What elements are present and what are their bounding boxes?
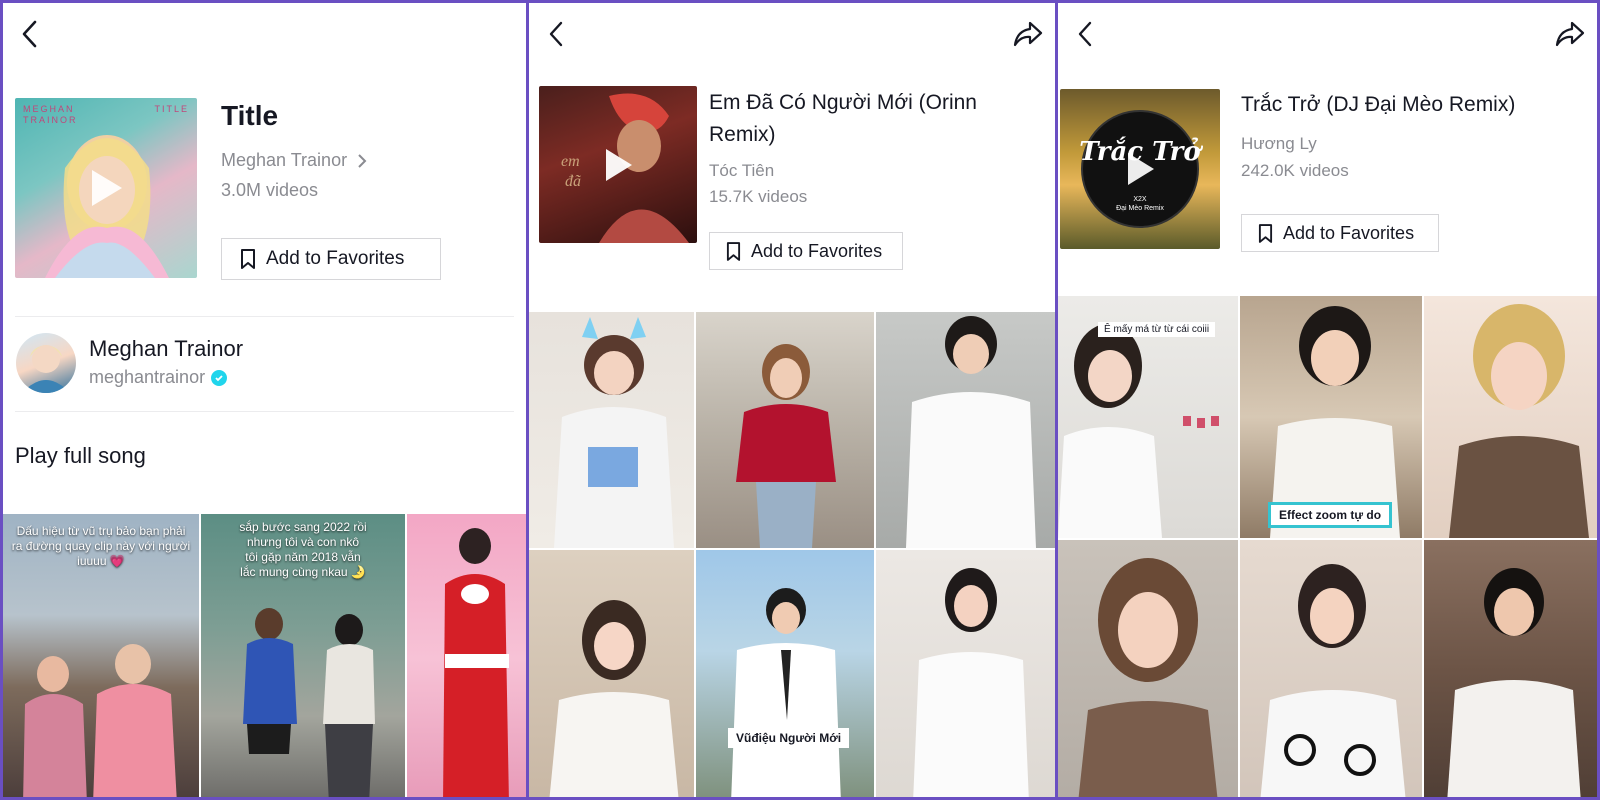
video-figures <box>1078 558 1218 797</box>
video-thumbnail[interactable] <box>1424 540 1597 797</box>
video-caption: Ê mấy má từ từ cái coiii <box>1098 322 1216 337</box>
video-thumbnail[interactable]: Effect zoom tự do <box>1240 296 1422 538</box>
artist-name[interactable]: Tóc Tiên <box>709 161 774 181</box>
creator-handle-text: meghantrainor <box>89 367 206 387</box>
play-full-song-link[interactable]: Play full song <box>15 443 146 469</box>
bookmark-icon <box>241 249 255 269</box>
favorites-label: Add to Favorites <box>1283 222 1415 243</box>
avatar[interactable] <box>16 333 76 393</box>
video-thumbnail[interactable] <box>529 550 694 797</box>
bookmark-icon <box>1258 223 1273 243</box>
chevron-left-icon <box>549 21 563 47</box>
video-figures <box>23 644 177 797</box>
video-thumbnail[interactable] <box>876 312 1055 548</box>
video-figures <box>554 317 674 548</box>
cover-artist-text: MEGHAN TRAINOR <box>23 104 78 125</box>
video-figures <box>913 568 1029 797</box>
video-count: 242.0K videos <box>1241 161 1349 180</box>
video-figures <box>736 344 836 548</box>
video-figures <box>731 588 841 797</box>
video-thumbnail[interactable]: Ê mấy má từ từ cái coiii <box>1058 296 1238 538</box>
video-figures <box>906 316 1036 548</box>
video-thumbnail[interactable] <box>696 312 874 548</box>
cover-subtitle-text: X2X Đại Mèo Remix <box>1116 196 1164 212</box>
artist-name[interactable]: Hương Ly <box>1241 134 1317 154</box>
video-thumbnail[interactable] <box>1240 540 1422 797</box>
album-cover[interactable]: MEGHAN TRAINOR TITLE <box>15 98 197 278</box>
chevron-left-icon <box>1078 21 1092 47</box>
creator-name[interactable]: Meghan Trainor <box>89 336 243 362</box>
artist-name: Meghan Trainor <box>221 150 348 170</box>
video-thumbnail[interactable] <box>876 550 1055 797</box>
video-count: 3.0M videos <box>221 180 319 200</box>
artist-link[interactable]: Meghan Trainor <box>221 150 367 171</box>
video-figures <box>549 600 679 797</box>
creator-handle: meghantrainor <box>89 367 228 388</box>
video-caption: Dấu hiệu từ vũ trụ bảo bạn phải ra đường… <box>11 524 191 568</box>
video-caption: Effect zoom tự do <box>1268 502 1393 528</box>
video-figures <box>1260 564 1406 797</box>
video-thumbnail[interactable]: sắp bước sang 2022 rồi nhưng tôi và con … <box>201 514 405 797</box>
video-thumbnail[interactable]: Dấu hiệu từ vũ trụ bảo bạn phải ra đường… <box>3 514 199 797</box>
sound-panel-trac-tro: Trắc Trở X2X Đại Mèo Remix Trắc Trở (DJ … <box>1055 0 1600 800</box>
svg-text:đã: đã <box>565 173 581 190</box>
album-cover[interactable]: em đã <box>539 86 697 243</box>
verified-icon <box>211 369 228 386</box>
divider <box>15 411 514 412</box>
video-figures <box>243 608 375 797</box>
wall-decor <box>1183 416 1219 428</box>
bookmark-icon <box>726 241 741 261</box>
play-icon[interactable] <box>602 147 634 183</box>
play-icon[interactable] <box>88 168 124 208</box>
video-thumbnail[interactable] <box>407 514 526 797</box>
chevron-right-icon <box>358 153 367 168</box>
favorites-label: Add to Favorites <box>266 248 405 269</box>
sound-title: Trắc Trở (DJ Đại Mèo Remix) <box>1241 93 1516 116</box>
share-button[interactable] <box>1011 17 1045 51</box>
video-figures <box>1058 324 1162 538</box>
play-icon[interactable] <box>1124 151 1156 187</box>
video-caption: Vũđiệu Người Mới <box>728 728 850 748</box>
video-figures <box>1447 568 1581 797</box>
video-figures <box>443 528 509 797</box>
sound-title: Title <box>221 100 279 131</box>
share-button[interactable] <box>1553 17 1587 51</box>
add-to-favorites-button[interactable]: Add to Favorites <box>709 232 903 270</box>
share-icon <box>1555 21 1585 47</box>
video-thumbnail[interactable]: Vũđiệu Người Mới <box>696 550 874 797</box>
favorites-label: Add to Favorites <box>751 240 883 261</box>
divider <box>15 316 514 317</box>
share-icon <box>1013 21 1043 47</box>
video-caption: sắp bước sang 2022 rồi nhưng tôi và con … <box>239 520 367 579</box>
sound-panel-em-da-co-nguoi-moi: em đã Em Đã Có Người Mới (Orinn Remix) T… <box>526 0 1058 800</box>
app-frame: MEGHAN TRAINOR TITLE Title Meghan Traino… <box>0 0 1600 800</box>
sound-panel-title: MEGHAN TRAINOR TITLE Title Meghan Traino… <box>0 0 529 800</box>
back-button[interactable] <box>1068 17 1102 51</box>
video-count: 15.7K videos <box>709 187 808 206</box>
video-thumbnail[interactable] <box>529 312 694 548</box>
back-button[interactable] <box>539 17 573 51</box>
video-thumbnail[interactable] <box>1058 540 1238 797</box>
chevron-left-icon <box>22 20 37 48</box>
add-to-favorites-button[interactable]: Add to Favorites <box>221 238 441 280</box>
video-figures <box>1449 304 1589 538</box>
back-button[interactable] <box>13 17 47 51</box>
video-thumbnail[interactable] <box>1424 296 1597 538</box>
avatar-image <box>22 345 70 393</box>
cover-title-text: TITLE <box>154 104 189 114</box>
sound-title: Em Đã Có Người Mới (Orinn Remix) <box>709 91 977 146</box>
svg-text:em: em <box>561 153 580 170</box>
album-cover[interactable]: Trắc Trở X2X Đại Mèo Remix <box>1060 89 1220 249</box>
add-to-favorites-button[interactable]: Add to Favorites <box>1241 214 1439 252</box>
